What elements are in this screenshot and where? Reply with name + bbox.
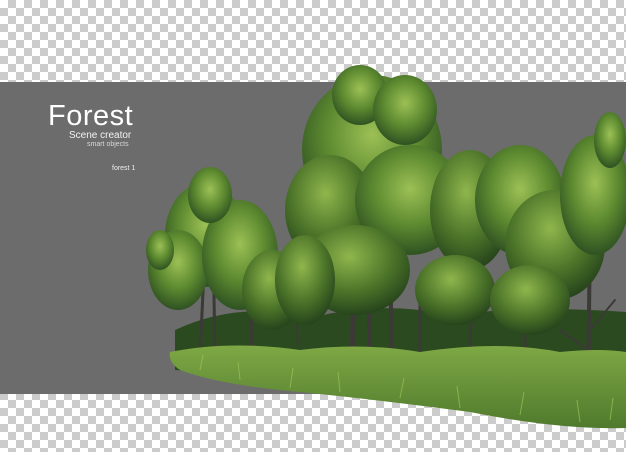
tagline: smart objects	[87, 141, 129, 148]
forest-scene	[0, 65, 626, 429]
subtitle: Scene creator	[69, 130, 132, 141]
page-title: Forest	[48, 100, 134, 132]
scene-label: forest 1	[112, 165, 136, 172]
